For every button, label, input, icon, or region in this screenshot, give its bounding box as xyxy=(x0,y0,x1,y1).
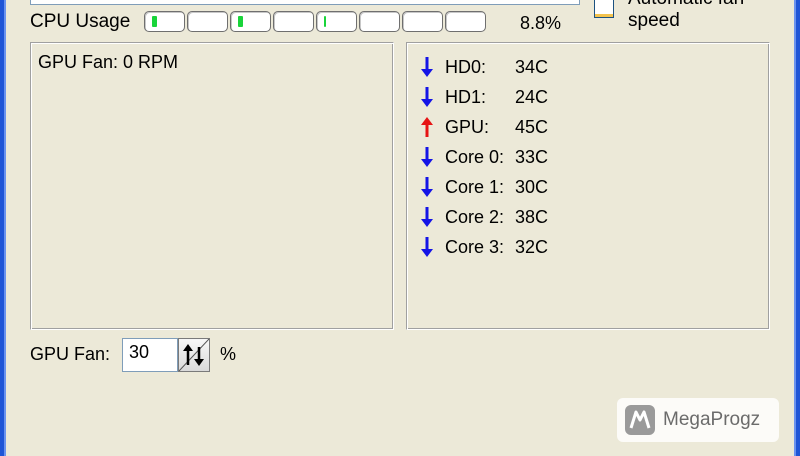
temperature-panel: HD0: 34C HD1: 24C GPU: 45C Core 0: 33C Core 1: 30… xyxy=(406,42,770,330)
arrow-down-icon xyxy=(421,237,433,257)
temperature-row: Core 1: 30C xyxy=(417,172,548,202)
gpu-fan-percent-unit: % xyxy=(220,344,237,364)
temperature-sensor-name: HD0: xyxy=(445,56,487,77)
temperature-sensor-name: Core 2: xyxy=(445,206,505,227)
temperature-list: HD0: 34C HD1: 24C GPU: 45C Core 0: 33C Core 1: 30… xyxy=(417,52,548,262)
top-panel-edge xyxy=(30,0,580,5)
temperature-value: 32C xyxy=(515,236,549,257)
fan-speed-panel: GPU Fan: 0 RPM xyxy=(30,42,394,330)
gpu-fan-speed-input[interactable]: 30 xyxy=(122,338,178,372)
cpu-core-meter xyxy=(445,11,486,32)
temperature-value: 24C xyxy=(515,86,549,107)
cpu-usage-label: CPU Usage xyxy=(30,11,131,32)
window-border-left xyxy=(0,0,6,456)
temperature-sensor-name: GPU: xyxy=(445,116,490,137)
cpu-core-meter xyxy=(144,11,185,32)
temperature-value: 45C xyxy=(515,116,549,137)
arrow-down-icon xyxy=(421,87,433,107)
temperature-value: 34C xyxy=(515,56,549,77)
temperature-sensor-name: Core 3: xyxy=(445,236,505,257)
cpu-core-fill xyxy=(324,16,326,27)
cpu-core-meter xyxy=(316,11,357,32)
cpu-core-meter xyxy=(359,11,400,32)
temperature-sensor-name: Core 0: xyxy=(445,146,505,167)
arrow-down-icon xyxy=(421,57,433,77)
cpu-core-meter xyxy=(273,11,314,32)
temperature-row: Core 3: 32C xyxy=(417,232,548,262)
megaprogz-logo-icon xyxy=(625,405,655,435)
gpu-fan-rpm-text: GPU Fan: 0 RPM xyxy=(38,52,179,72)
temperature-row: Core 0: 33C xyxy=(417,142,548,172)
temperature-value: 38C xyxy=(515,206,549,227)
arrow-down-icon xyxy=(421,147,433,167)
cpu-usage-value: 8.8% xyxy=(520,13,562,33)
cpu-core-fill xyxy=(152,16,157,27)
automatic-fan-speed-checkbox[interactable]: Automatic fan speed xyxy=(594,0,748,32)
cpu-core-meter xyxy=(187,11,228,32)
arrow-down-icon xyxy=(421,177,433,197)
cpu-core-meter xyxy=(230,11,271,32)
cpu-usage-meter xyxy=(144,11,486,32)
spin-arrows-icon xyxy=(179,339,209,371)
window-border-right xyxy=(794,0,800,456)
temperature-sensor-name: HD1: xyxy=(445,86,487,107)
watermark: MegaProgz xyxy=(617,398,779,442)
gpu-fan-spin-button[interactable] xyxy=(178,338,210,372)
temperature-row: GPU: 45C xyxy=(417,112,548,142)
arrow-up-icon xyxy=(421,117,433,137)
temperature-value: 30C xyxy=(515,176,549,197)
cpu-core-fill xyxy=(238,16,243,27)
automatic-fan-speed-label: Automatic fan speed xyxy=(628,0,744,31)
temperature-row: HD0: 34C xyxy=(417,52,548,82)
gpu-fan-label: GPU Fan: xyxy=(30,344,111,364)
cpu-core-meter xyxy=(402,11,443,32)
temperature-value: 33C xyxy=(515,146,549,167)
arrow-down-icon xyxy=(421,207,433,227)
watermark-text: MegaProgz xyxy=(663,409,761,430)
temperature-row: HD1: 24C xyxy=(417,82,548,112)
checkbox-box[interactable] xyxy=(594,0,614,18)
temperature-sensor-name: Core 1: xyxy=(445,176,505,197)
temperature-row: Core 2: 38C xyxy=(417,202,548,232)
